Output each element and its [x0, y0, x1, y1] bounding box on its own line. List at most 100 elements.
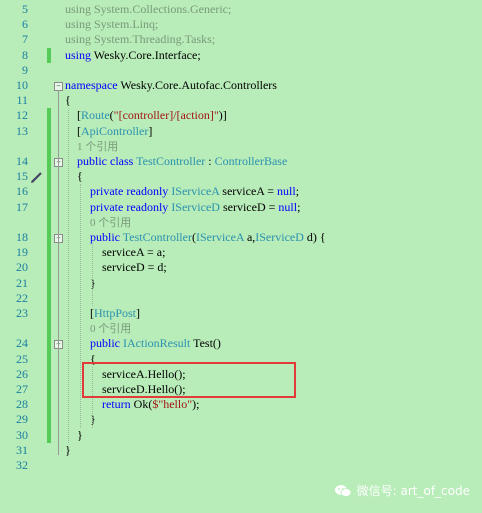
change-marker: [47, 199, 51, 215]
code-line[interactable]: 28 return Ok($"hello");: [0, 397, 482, 413]
code-text: }: [65, 442, 71, 457]
code-line[interactable]: 10− namespace Wesky.Core.Autofac.Controll…: [0, 78, 482, 93]
change-marker: [47, 123, 51, 139]
code-line[interactable]: 11 {: [0, 93, 482, 108]
line-number: 25: [16, 351, 28, 366]
code-line[interactable]: 5 using System.Collections.Generic;: [0, 2, 482, 17]
change-marker: [47, 321, 51, 337]
change-marker: [47, 351, 51, 367]
line-number: 24: [16, 336, 28, 351]
indent-guide: [92, 245, 93, 306]
code-editor[interactable]: 5 using System.Collections.Generic; 6 using…: [0, 0, 482, 513]
code-text: public TestController(IServiceA a,IServi…: [90, 230, 326, 244]
code-text: {: [77, 169, 83, 184]
wechat-icon: [334, 484, 352, 497]
line-number: 21: [16, 275, 28, 290]
code-line[interactable]: 32: [0, 458, 482, 473]
code-line[interactable]: 22: [0, 290, 482, 306]
change-marker: [47, 184, 51, 200]
line-number: 26: [16, 366, 28, 381]
code-line[interactable]: 6 using System.Linq;: [0, 17, 482, 32]
code-line[interactable]: 21}: [0, 275, 482, 291]
line-number: 19: [16, 245, 28, 260]
code-text: serviceD = d;: [102, 260, 167, 275]
code-line[interactable]: 7 using System.Threading.Tasks;: [0, 32, 482, 47]
code-line[interactable]: 18−public TestController(IServiceA a,ISe…: [0, 230, 482, 246]
code-text: using System.Threading.Tasks;: [65, 32, 216, 47]
code-line[interactable]: 19 serviceA = a;: [0, 245, 482, 261]
code-text: public IActionResult Test(): [90, 336, 221, 351]
line-number: 20: [16, 260, 28, 275]
change-marker: [47, 47, 51, 63]
code-line[interactable]: 24−public IActionResult Test(): [0, 336, 482, 352]
code-line[interactable]: 0 个引用: [0, 214, 482, 230]
code-line[interactable]: 15 {: [0, 169, 482, 185]
code-text: [Route("[controller]/[action]")]: [77, 108, 227, 123]
change-marker: [47, 397, 51, 413]
line-number: 9: [22, 62, 28, 77]
change-marker: [47, 412, 51, 428]
code-line[interactable]: 30}: [0, 427, 482, 443]
change-marker: [47, 169, 51, 185]
line-number: 31: [16, 442, 28, 457]
change-marker: [47, 382, 51, 398]
line-number: 5: [22, 2, 28, 16]
code-line[interactable]: 17 private readonly IServiceD serviceD = …: [0, 199, 482, 215]
code-line[interactable]: 0 个引用: [0, 321, 482, 337]
code-line[interactable]: 16 private readonly IServiceA serviceA = …: [0, 184, 482, 200]
change-marker: [47, 108, 51, 124]
line-number: 29: [16, 412, 28, 427]
code-text: }: [77, 427, 83, 442]
code-text: using System.Linq;: [65, 17, 159, 32]
wechat-watermark: 微信号: art_of_code: [334, 482, 470, 499]
code-text: 1 个引用: [77, 140, 119, 153]
line-number: 10: [16, 78, 28, 92]
code-text: [HttpPost]: [90, 306, 141, 320]
indent-guide: [68, 108, 69, 443]
code-text: serviceA = a;: [102, 245, 166, 260]
change-marker: [47, 230, 51, 246]
line-number: 7: [22, 32, 28, 47]
code-text: 0 个引用: [90, 323, 132, 336]
change-marker: [47, 290, 51, 306]
line-number: 8: [22, 47, 28, 62]
code-text: public class TestController : Controller…: [77, 154, 288, 168]
code-text: 0 个引用: [90, 216, 132, 229]
code-line[interactable]: 12 [Route("[controller]/[action]")]: [0, 108, 482, 124]
code-text: return Ok($"hello");: [102, 397, 200, 412]
line-number: 23: [16, 306, 28, 320]
change-marker: [47, 154, 51, 170]
code-line[interactable]: 13 [ApiController]: [0, 123, 482, 139]
code-line[interactable]: 14−public class TestController : Control…: [0, 154, 482, 170]
code-line[interactable]: 31}: [0, 443, 482, 458]
line-number: 32: [16, 458, 28, 472]
change-marker: [47, 245, 51, 261]
indent-guide: [80, 184, 81, 428]
code-line[interactable]: 20 serviceD = d;: [0, 260, 482, 276]
code-text: private readonly IServiceA serviceA = nu…: [90, 184, 300, 199]
line-number: 14: [16, 154, 28, 168]
code-text: using System.Collections.Generic;: [65, 2, 232, 16]
code-line[interactable]: 8 using Wesky.Core.Interface;: [0, 47, 482, 63]
code-text: {: [65, 93, 71, 108]
highlight-box: [82, 362, 296, 398]
change-marker: [47, 214, 51, 230]
line-number: 17: [16, 199, 28, 214]
line-number: 18: [16, 230, 28, 244]
change-marker: [47, 366, 51, 382]
code-line[interactable]: 29}: [0, 412, 482, 428]
line-number: 13: [16, 123, 28, 138]
fold-line: [58, 242, 59, 288]
line-number: 11: [16, 93, 28, 108]
code-line[interactable]: 23 [HttpPost]: [0, 306, 482, 322]
line-number: 12: [16, 108, 28, 123]
watermark-text: 微信号: art_of_code: [356, 484, 470, 498]
code-text: private readonly IServiceD serviceD = nu…: [90, 199, 301, 214]
code-line[interactable]: 1 个引用: [0, 138, 482, 154]
line-number: 22: [16, 290, 28, 305]
change-marker: [47, 427, 51, 443]
change-marker: [47, 336, 51, 352]
code-line[interactable]: 9: [0, 63, 482, 78]
code-text: using Wesky.Core.Interface;: [65, 47, 201, 62]
line-number: 28: [16, 397, 28, 412]
